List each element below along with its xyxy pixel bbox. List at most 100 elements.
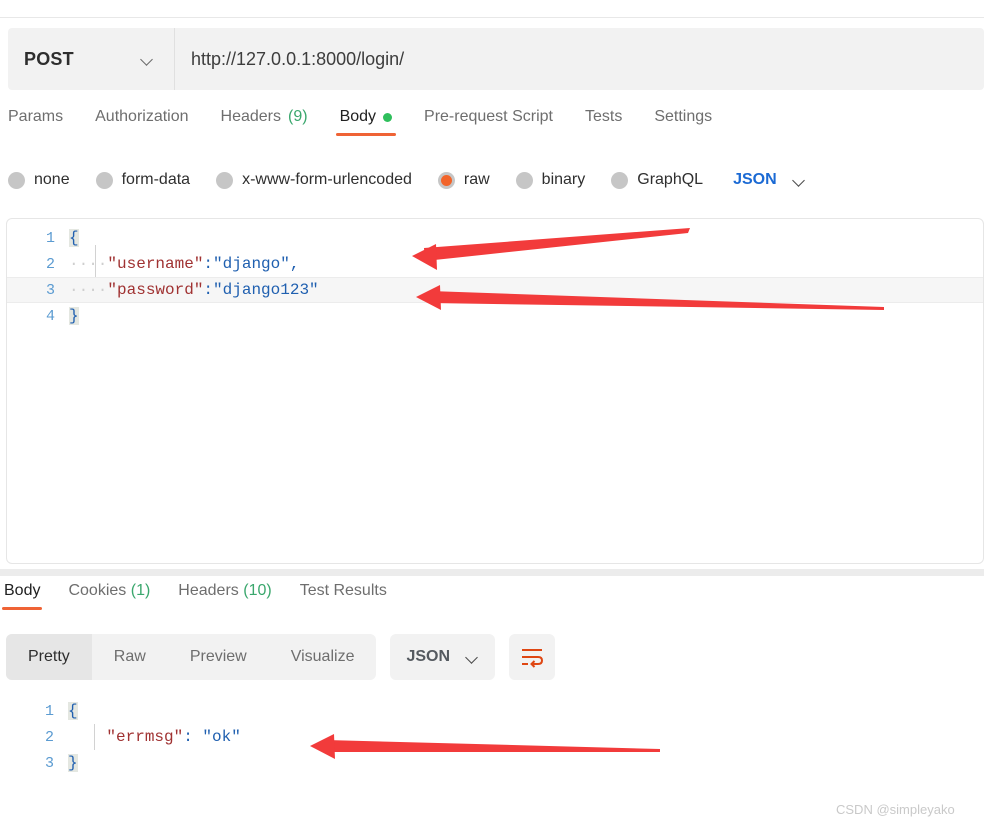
view-mode-raw[interactable]: Raw [92,634,168,680]
line-number: 3 [44,754,54,772]
tab-pre-request-script[interactable]: Pre-request Script [424,108,553,136]
response-view-mode-group: Pretty Raw Preview Visualize [6,634,377,680]
code-key: "username" [107,255,204,273]
tab-headers-label: Headers [220,108,281,125]
code-key: "password" [107,281,204,299]
radio-binary-icon [515,171,533,189]
code-value: "ok" [202,728,241,746]
radio-graphql-icon [611,171,629,189]
body-type-raw[interactable]: raw [437,171,490,189]
code-indent: ···· [69,255,108,273]
line-number: 2 [44,728,54,746]
body-type-binary[interactable]: binary [515,171,586,189]
response-tab-cookies-count: (1) [130,582,151,599]
line-number: 1 [44,702,54,720]
request-format-label: JSON [733,171,777,188]
line-number: 4 [45,307,55,325]
response-tab-headers-label: Headers [178,582,239,599]
view-mode-preview-label: Preview [189,648,247,665]
code-comma: , [289,255,300,273]
watermark: CSDN @simpleyako [836,802,955,817]
word-wrap-icon [522,649,544,668]
view-mode-visualize[interactable]: Visualize [269,634,377,680]
response-toolbar: Pretty Raw Preview Visualize JSON [6,634,984,680]
response-tab-cookies[interactable]: Cookies (1) [68,582,150,610]
view-mode-pretty[interactable]: Pretty [6,634,92,680]
code-brace: { [69,229,79,247]
request-body-editor[interactable]: 1 { 2 ···· "username" : "django" , 3 ···… [6,218,984,564]
body-type-graphql[interactable]: GraphQL [611,171,703,189]
response-tab-body-label: Body [4,582,41,599]
body-has-content-dot-icon [383,112,393,122]
body-type-binary-label: binary [541,171,586,188]
radio-urlencoded-icon [216,171,234,189]
tab-authorization-label: Authorization [95,108,189,125]
tab-authorization[interactable]: Authorization [95,108,188,136]
tab-pre-request-script-label: Pre-request Script [424,108,553,125]
body-type-form-data[interactable]: form-data [95,171,191,189]
response-format-label: JSON [406,648,451,665]
tab-body[interactable]: Body [335,108,397,136]
tab-tests-label: Tests [584,108,623,125]
body-type-none[interactable]: none [8,171,70,189]
response-tab-body[interactable]: Body [1,582,43,610]
view-mode-visualize-label: Visualize [290,648,355,665]
response-tab-headers-count: (10) [243,582,272,599]
tab-settings-label: Settings [654,108,713,125]
request-tabs: Params Authorization Headers (9) Body Pr… [0,108,984,148]
tab-settings[interactable]: Settings [654,108,712,136]
tab-tests[interactable]: Tests [585,108,622,136]
pane-separator[interactable] [0,569,984,576]
code-brace: { [68,702,78,720]
radio-form-data-icon [95,171,113,189]
code-indent: ···· [69,281,108,299]
code-line: 2 ···· "username" : "django" , [7,251,983,277]
view-mode-preview[interactable]: Preview [168,634,269,680]
response-tab-headers[interactable]: Headers (10) [178,582,271,610]
line-number: 2 [45,255,55,273]
code-line: 4 } [7,303,983,329]
response-tab-test-results-label: Test Results [299,582,387,599]
response-tab-test-results[interactable]: Test Results [300,582,387,610]
tab-body-label: Body [339,108,377,125]
request-format-selector[interactable]: JSON [733,171,806,189]
code-value: "django123" [213,281,319,299]
response-body-viewer[interactable]: 1 { 2 "errmsg" : "ok" 3 } [6,698,984,788]
tab-headers[interactable]: Headers (9) [221,108,308,136]
chevron-down-icon [141,53,154,66]
request-url-input[interactable]: http://127.0.0.1:8000/login/ [175,28,984,90]
code-brace: } [69,307,79,325]
radio-raw-selected-icon [437,171,455,189]
response-format-selector[interactable]: JSON [390,634,496,680]
top-divider [0,17,984,18]
body-type-none-label: none [34,171,70,188]
tab-params[interactable]: Params [8,108,63,136]
chevron-down-icon [466,651,479,664]
chevron-down-icon [793,174,806,187]
code-line: 1 { [7,225,983,251]
http-method-selector[interactable]: POST [8,28,174,90]
view-mode-raw-label: Raw [113,648,146,665]
view-mode-pretty-label: Pretty [28,648,70,665]
line-number: 1 [45,229,55,247]
body-type-raw-label: raw [463,171,490,188]
code-brace: } [68,754,78,772]
code-value: "django" [213,255,290,273]
http-method-label: POST [24,48,74,69]
tab-params-label: Params [8,108,64,125]
code-line-active: 3 ···· "password" : "django123" [7,277,983,303]
code-colon: : [203,281,214,299]
code-line: 1 { [6,698,984,724]
tab-headers-count: (9) [288,108,308,125]
body-type-graphql-label: GraphQL [637,171,704,188]
response-tabs: Body Cookies (1) Headers (10) Test Resul… [0,582,984,618]
response-tab-cookies-label: Cookies [68,582,127,599]
code-key: "errmsg" [106,728,184,746]
code-colon: : [183,728,203,746]
request-url-bar: POST http://127.0.0.1:8000/login/ [8,28,984,90]
body-type-urlencoded[interactable]: x-www-form-urlencoded [216,171,412,189]
line-number: 3 [45,281,55,299]
word-wrap-button[interactable] [509,634,556,680]
body-type-form-data-label: form-data [121,171,191,188]
